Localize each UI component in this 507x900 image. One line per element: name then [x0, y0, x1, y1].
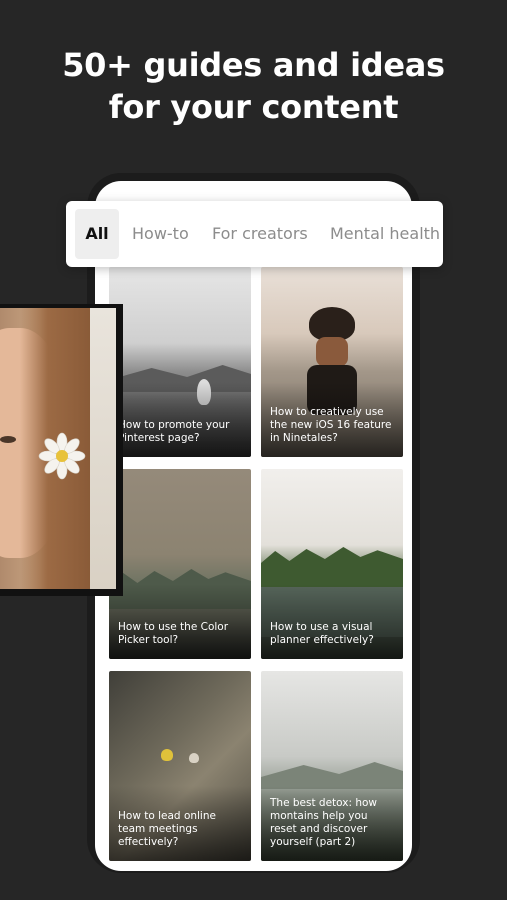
headline-line-2: for your content	[108, 88, 399, 126]
person-image	[161, 749, 173, 761]
guide-card[interactable]: The best detox: how montains help you re…	[261, 671, 403, 861]
guide-card-caption: How to lead online team meetings effecti…	[118, 810, 216, 848]
treeline-image	[261, 547, 403, 587]
flower-icon	[38, 432, 86, 480]
mountain-image	[261, 762, 403, 789]
guide-card[interactable]: How to creatively use the new iOS 16 fea…	[261, 267, 403, 457]
tab-for-creators[interactable]: For creators	[212, 209, 308, 259]
tab-how-to[interactable]: How-to	[132, 209, 189, 259]
person-image	[189, 753, 199, 763]
eye-image	[0, 436, 16, 443]
guide-card-caption: The best detox: how montains help you re…	[270, 797, 378, 848]
guide-card[interactable]: How to promote your Pinterest page?	[109, 267, 251, 457]
portrait-photo	[0, 304, 123, 596]
guide-card[interactable]: How to use a visual planner effectively?	[261, 469, 403, 659]
tab-mental-health[interactable]: Mental health	[330, 209, 440, 259]
tab-all[interactable]: All	[75, 209, 119, 259]
phone-screen: How to promote your Pinterest page? How …	[95, 181, 412, 871]
guide-card[interactable]: How to lead online team meetings effecti…	[109, 671, 251, 861]
person-face-image	[316, 337, 348, 367]
category-tabs: All How-to For creators Mental health	[66, 201, 443, 267]
headline: 50+ guides and ideas for your content	[0, 44, 507, 128]
guide-card-caption: How to creatively use the new iOS 16 fea…	[270, 406, 392, 444]
guide-card-caption: How to use a visual planner effectively?	[270, 621, 374, 646]
guide-card[interactable]: How to use the Color Picker tool?	[109, 469, 251, 659]
guide-card-caption: How to promote your Pinterest page?	[118, 419, 230, 444]
headline-line-1: 50+ guides and ideas	[62, 46, 445, 84]
guide-card-caption: How to use the Color Picker tool?	[118, 621, 229, 646]
person-hair-image	[309, 307, 355, 341]
